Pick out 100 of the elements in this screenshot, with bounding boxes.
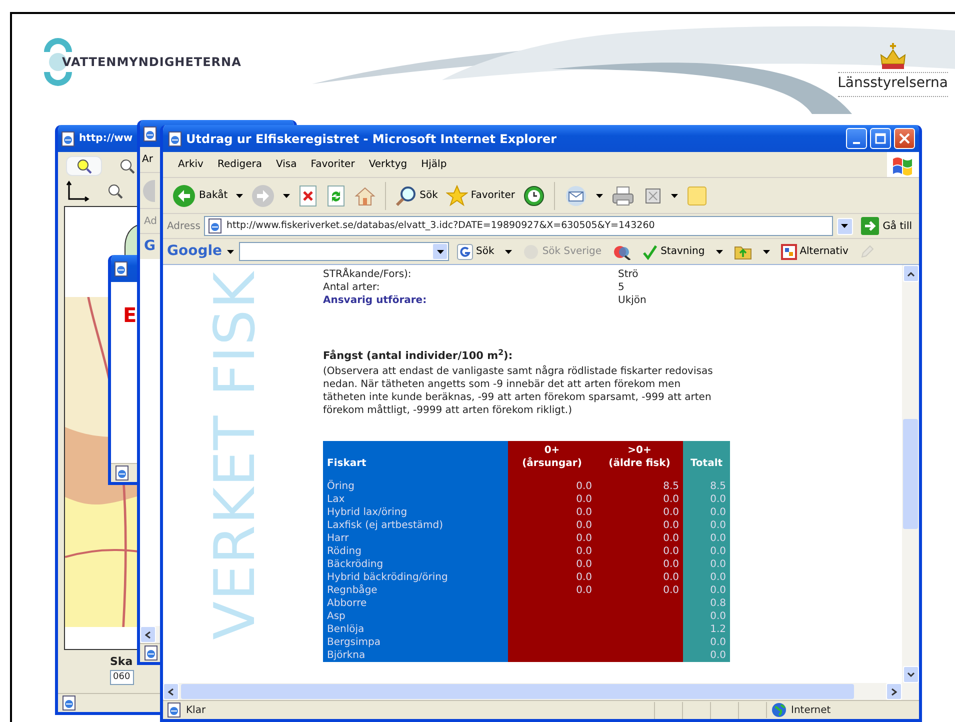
zoom-in-button[interactable]	[66, 156, 102, 176]
table-cell: Röding	[323, 544, 508, 558]
zoom-out-icon	[106, 182, 124, 200]
field-label: Ansvarig utförare:	[323, 294, 428, 307]
folder-icon	[734, 244, 752, 260]
zoom-out-icon	[118, 157, 136, 175]
scrollbar-thumb[interactable]	[903, 419, 918, 529]
table-cell: 0.0	[683, 506, 730, 519]
scale-label: Ska	[110, 654, 133, 670]
address-label: Ad	[144, 214, 158, 228]
scale-field[interactable]: 060	[110, 670, 134, 685]
google-search-field[interactable]	[239, 242, 450, 261]
spellcheck-icon	[642, 244, 658, 260]
scroll-right-button[interactable]	[886, 683, 902, 700]
table-cell: Harr	[323, 532, 508, 545]
caret-icon	[436, 250, 444, 254]
star-icon	[446, 184, 468, 206]
chevron-left-icon	[145, 630, 151, 638]
favorites-button[interactable]: Favoriter	[442, 182, 518, 208]
table-cell: 0.0	[508, 584, 596, 597]
menu-item[interactable]: Hjälp	[414, 155, 454, 174]
search-button[interactable]: Sök	[392, 182, 441, 208]
table-cell: Öring	[323, 476, 508, 493]
chevron-up-icon	[906, 270, 914, 276]
scroll-down-button[interactable]	[902, 666, 918, 683]
column-header: >0+ (äldre fisk)	[596, 440, 683, 476]
table-cell: 0.0	[683, 558, 730, 571]
table-cell: 1.2	[683, 622, 730, 636]
google-logo[interactable]: Google	[167, 241, 222, 262]
minimize-button[interactable]	[846, 128, 867, 149]
address-dropdown-button[interactable]	[836, 218, 853, 234]
table-cell: 0.0	[683, 636, 730, 649]
field-value: 5	[618, 281, 626, 294]
window-title: Utdrag ur Elfiskeregistret - Microsoft Internet Explorer	[186, 130, 558, 148]
close-icon	[899, 133, 910, 144]
table-cell: 0.0	[596, 584, 683, 597]
menu-item[interactable]: Ar	[141, 152, 154, 167]
google-search-button[interactable]: Sök	[454, 242, 498, 262]
scroll-left-button[interactable]	[140, 626, 156, 643]
table-cell: 0.0	[683, 492, 730, 506]
menu-item[interactable]: Verktyg	[362, 155, 414, 174]
address-field[interactable]: http://www.fiskeriverket.se/databas/elvatt_3.idc?DATE=19890927&X=630505&Y=143260	[204, 216, 833, 236]
field-label: STRÅkande/Fors):	[323, 268, 412, 281]
page-icon	[61, 695, 77, 711]
scroll-up-button[interactable]	[902, 265, 918, 282]
go-button[interactable]: Gå till	[856, 214, 915, 238]
table-cell: 0.0	[508, 570, 596, 584]
highlighter-icon	[612, 244, 631, 260]
refresh-icon	[326, 184, 346, 206]
chevron-left-icon	[168, 688, 174, 696]
table-cell: 0.8	[683, 596, 730, 610]
column-header: Totalt	[683, 440, 730, 476]
dropdown-button[interactable]	[593, 194, 606, 198]
scrollbar-thumb[interactable]	[181, 684, 854, 699]
table-cell: 0.0	[683, 570, 730, 584]
table-cell: 0.0	[683, 610, 730, 623]
menu-item[interactable]: Redigera	[210, 155, 269, 174]
menu-item[interactable]: Favoriter	[304, 155, 362, 174]
watermark-text: VERKET FISK	[208, 271, 264, 640]
caret-icon	[236, 194, 243, 198]
chevron-down-icon	[906, 672, 914, 678]
table-cell: 0.0	[683, 648, 730, 662]
menu-item[interactable]: Arkiv	[171, 155, 210, 174]
table-cell: 0.0	[683, 544, 730, 558]
page-icon	[143, 645, 159, 661]
dropdown-button[interactable]	[668, 194, 681, 198]
mail-icon	[564, 184, 588, 206]
chevron-right-icon	[891, 688, 897, 696]
table-cell: Laxfisk (ej artbestämd)	[323, 518, 508, 532]
options-button[interactable]: Alternativ	[778, 242, 852, 262]
spellcheck-button[interactable]: Stavning	[638, 242, 708, 262]
field-value: Ukjön	[618, 294, 648, 307]
column-header: 0+ (årsungar)	[508, 440, 596, 476]
note-paragraph: (Observera att endast de vanligaste samt några rödlistade fiskarter redovisas nedan. När tätheten angetts som -9 innebär det att arten förekom men tätheten inte kunde beräknas, -99 att arten förekom sparsamt, -999 att arten förekom måttligt, -9999 att arten förekom rikligt.)	[323, 364, 714, 417]
table-cell: 0.0	[596, 558, 683, 571]
table-cell: 0.0	[596, 570, 683, 584]
page-icon	[167, 130, 183, 146]
table-cell: Regnbåge	[323, 584, 508, 597]
go-icon	[860, 216, 880, 236]
table-cell: 0.0	[683, 584, 730, 597]
google-logo[interactable]: G	[144, 236, 156, 257]
status-text: Klar	[186, 704, 207, 718]
table-cell: 0.0	[508, 558, 596, 571]
crown-icon	[878, 42, 908, 72]
address-label: Adress	[167, 220, 200, 234]
stop-icon	[298, 184, 318, 206]
window-title: http://ww	[79, 132, 133, 146]
close-button[interactable]	[894, 128, 915, 149]
table-cell: 0.0	[508, 532, 596, 545]
table-cell: Asp	[323, 610, 508, 623]
table-cell: 0.0	[596, 492, 683, 506]
table-cell: 0.0	[508, 492, 596, 506]
back-button[interactable]: Bakåt	[169, 182, 231, 210]
page-icon	[114, 465, 130, 481]
maximize-button[interactable]	[870, 128, 891, 149]
menu-item[interactable]: Visa	[268, 155, 304, 174]
caret-icon	[671, 194, 678, 198]
table-cell: Bergsimpa	[323, 636, 508, 649]
table-cell: 0.0	[508, 544, 596, 558]
scroll-left-button[interactable]	[163, 683, 179, 700]
